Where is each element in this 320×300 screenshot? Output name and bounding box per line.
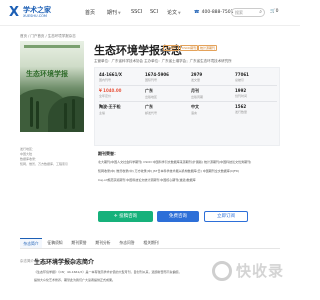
logo-mark: X	[9, 5, 20, 20]
grid-divider	[99, 101, 277, 102]
distribution-info: 发行地区： 中国大陆 数据库收录： 知网，维普，万方数据库，工程索引	[20, 147, 68, 167]
info-key: 语言	[191, 111, 198, 115]
nav-item-home[interactable]: 首页	[85, 9, 95, 16]
honors-line: Caj-cd规范获奖期刊 中国科技论文统计源期刊 中国核心期刊(遴选)数据库	[98, 178, 196, 182]
tag-badge: CSCD期刊	[180, 45, 199, 51]
chevron-down-icon: ▼	[118, 11, 121, 15]
info-cell: 中文 语言	[191, 104, 237, 115]
honors-line: 北大期刊(中国人文社会科学期刊) CSCD 中国科学引文数据库来源期刊(扩展版)…	[98, 160, 252, 164]
info-cell: 陶波-王于松 主编	[99, 104, 145, 115]
info-key: 国内刊号	[99, 78, 112, 82]
info-key: 出版周期	[191, 95, 204, 99]
info-cell: 44-1661/X 国内刊号	[99, 72, 145, 82]
info-value: 44-1661/X	[99, 72, 122, 77]
phone-icon: ☎	[194, 10, 200, 15]
tab-analysis[interactable]: 期刊分析	[92, 238, 114, 248]
nav-label: SSCI	[131, 9, 143, 15]
nav-item-ssci[interactable]: SSCI	[131, 9, 142, 15]
info-value: 77061	[235, 72, 249, 77]
tab-qa[interactable]: 杂志问答	[116, 238, 138, 248]
watermark-text: 快收录	[236, 262, 285, 280]
info-cell: ¥ 1040.00 全年定价	[99, 88, 145, 98]
cover-tree	[64, 103, 67, 129]
search-placeholder: 搜索	[235, 10, 243, 15]
info-value: ¥ 1040.00	[99, 88, 122, 93]
info-value: 1992	[235, 88, 247, 93]
cover-tree	[36, 101, 39, 129]
cover-tree	[72, 99, 75, 129]
search-icon[interactable]: ⌕	[259, 9, 262, 16]
subscribe-button[interactable]: 立即订阅	[204, 211, 248, 222]
info-value: 陶波-王于松	[99, 104, 121, 109]
tag-badge: 统计源期刊	[198, 45, 218, 51]
cover-title: 生态环境学报	[26, 70, 68, 78]
intro-title: 生态环境学报杂志简介	[34, 259, 95, 266]
info-key: 发文量	[191, 78, 201, 82]
tab-related[interactable]: 相关期刊	[140, 238, 162, 248]
cart-button[interactable]: 🛒0	[270, 9, 278, 14]
free-consult-button[interactable]: 免费咨询	[157, 211, 199, 222]
content-tabs: 杂志简介 征稿须知 期刊荣誉 期刊分析 杂志问答 相关期刊	[20, 238, 280, 249]
breadcrumb[interactable]: 首页 / 门户首页 / 生态环境学报杂志	[20, 34, 76, 39]
nav-label: SCI	[150, 9, 159, 15]
tag-badge: 北大期刊	[163, 45, 180, 51]
nav-label: 期刊	[107, 10, 118, 16]
site-logo[interactable]: X 学术之家 XUESHU.COM	[9, 6, 53, 21]
info-cell: 2979 发文量	[191, 72, 237, 82]
nav-label: 论文	[167, 10, 178, 16]
info-key: 发行数量	[235, 110, 248, 114]
info-key: 总被引	[235, 78, 245, 82]
chevron-down-icon: ▼	[178, 11, 181, 15]
side-value: 知网，维普，万方数据库，工程索引	[20, 162, 69, 166]
journal-info-grid: 44-1661/X 国内刊号 1674-5906 国际刊号 2979 发文量 7706…	[94, 67, 280, 146]
phone-number: 400-888-7501	[201, 10, 234, 15]
info-cell: 广东 邮发代号	[145, 104, 191, 115]
search-input[interactable]: 搜索 ⌕	[231, 8, 265, 17]
info-value: 1562	[235, 104, 247, 109]
tab-intro[interactable]: 杂志简介	[20, 238, 42, 248]
nav-item-papers[interactable]: 论文▼	[167, 9, 181, 16]
info-cell: 1674-5906 国际刊号	[145, 72, 191, 82]
hotline: ☎ 400-888-7501	[194, 10, 234, 15]
info-cell: 月刊 出版周期	[191, 88, 237, 99]
nav-label: 首页	[85, 10, 96, 16]
nav-item-sci[interactable]: SCI	[150, 9, 158, 15]
info-key: 国际刊号	[145, 78, 158, 82]
info-key: 主编	[99, 111, 106, 115]
info-cell: 1562 发行数量	[235, 104, 281, 114]
cover-header-band	[24, 45, 80, 48]
info-value: 广东	[145, 104, 153, 109]
info-key: 出版地区	[145, 95, 158, 99]
journal-cover-image: 生态环境学报	[20, 41, 84, 132]
info-key: 邮发代号	[145, 111, 158, 115]
nav-item-journals[interactable]: 期刊▼	[107, 9, 121, 16]
tab-submission-guide[interactable]: 征稿须知	[44, 238, 66, 248]
intro-section-label: 杂志简介	[20, 259, 34, 263]
info-value: 2979	[191, 72, 203, 77]
intro-paragraph: 《生态环境学报》（CN：44-1661/X）是一本有较高学术价值的大型月刊，自创…	[34, 270, 182, 274]
top-navigation-bar: X 学术之家 XUESHU.COM 首页 期刊▼ SSCI SCI 论文▼ ☎ 4…	[0, 0, 300, 26]
honors-heading: 期刊荣誉：	[98, 151, 118, 156]
info-cell: 广东 出版地区	[145, 88, 191, 99]
intro-paragraph: 提供大众化艺术修养，期望此为我们广大读者提供正式成果。	[34, 278, 116, 282]
watermark: 快收录	[212, 256, 296, 286]
watermark-logo-icon	[212, 261, 232, 281]
grid-divider	[99, 85, 277, 86]
tab-honors[interactable]: 期刊荣誉	[68, 238, 90, 248]
cover-tree	[30, 97, 33, 127]
cart-count: 0	[275, 9, 279, 14]
info-key: 全年定价	[99, 94, 112, 98]
info-key: 创刊时间	[235, 94, 248, 98]
info-value: 1674-5906	[145, 72, 169, 77]
logo-subtext: XUESHU.COM	[23, 14, 47, 18]
info-value: 广东	[145, 88, 153, 93]
logo-text: 学术之家	[23, 6, 51, 14]
info-cell: 77061 总被引	[235, 72, 281, 82]
info-value: 月刊	[191, 88, 199, 93]
honors-line: 知网收录(中) 维普收录(中) 万方收录(中) JST日本科学技术振兴机构数据库…	[98, 169, 240, 173]
submission-consult-button[interactable]: ✈ 投稿咨询	[98, 211, 153, 222]
info-value: 中文	[191, 104, 199, 109]
info-cell: 1992 创刊时间	[235, 88, 281, 98]
sponsor-info: 主管单位：广东省科学技术协会 主办单位：广东省土壤学会；广东省生态环境技术研究所	[94, 59, 232, 63]
